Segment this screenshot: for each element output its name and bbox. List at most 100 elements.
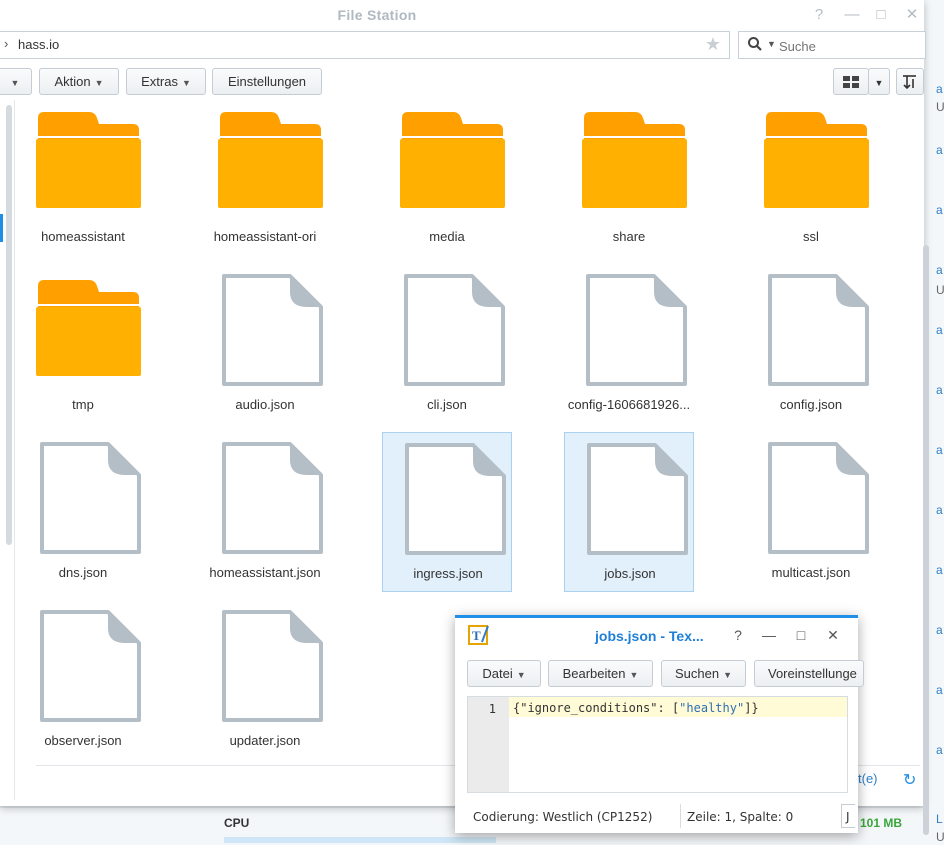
action-button[interactable]: Aktion ▼ — [39, 68, 119, 95]
bg-link[interactable]: a — [936, 743, 943, 757]
scrollbar-thumb[interactable] — [923, 245, 929, 835]
settings-button[interactable]: Einstellungen — [212, 68, 322, 95]
file-item[interactable]: observer.json — [18, 600, 148, 760]
close-icon[interactable]: ✕ — [825, 627, 841, 643]
bg-link[interactable]: a — [936, 563, 943, 577]
maximize-icon[interactable]: □ — [872, 6, 890, 24]
bg-link[interactable]: a — [936, 623, 943, 637]
bg-link[interactable]: a — [936, 143, 943, 157]
action-label: Aktion — [54, 74, 91, 89]
file-icon — [761, 272, 871, 388]
view-menu-button[interactable]: ▼ — [868, 68, 890, 95]
file-item[interactable]: audio.json — [200, 264, 330, 424]
menu-search-button[interactable]: Suchen ▼ — [661, 660, 746, 687]
menu-edit-button[interactable]: Bearbeiten ▼ — [548, 660, 653, 687]
editor-statusbar: Codierung: Westlich (CP1252) Zeile: 1, S… — [467, 801, 855, 833]
file-icon — [579, 272, 689, 388]
sidebar-scrollbar[interactable] — [6, 105, 12, 545]
file-item[interactable]: config.json — [746, 264, 876, 424]
file-item[interactable]: updater.json — [200, 600, 330, 760]
help-icon[interactable]: ? — [810, 6, 828, 24]
memory-value: 101 MB — [860, 816, 903, 830]
chevron-down-icon: ▼ — [94, 78, 104, 88]
folder-icon — [33, 272, 143, 388]
file-item[interactable]: cli.json — [382, 264, 512, 424]
menu-label: Datei — [482, 666, 513, 681]
file-name: audio.json — [235, 397, 295, 412]
file-icon — [215, 272, 325, 388]
search-box[interactable]: ▼ — [738, 31, 926, 59]
refresh-icon[interactable]: ↻ — [903, 770, 916, 790]
folder-item[interactable]: share — [564, 96, 694, 256]
file-item[interactable]: dns.json — [18, 432, 148, 592]
file-name: observer.json — [44, 733, 122, 748]
folder-item[interactable]: tmp — [18, 264, 148, 424]
close-icon[interactable]: ✕ — [903, 6, 921, 24]
cursor-position: Zeile: 1, Spalte: 0 — [687, 810, 794, 824]
mode-selector[interactable]: J — [841, 804, 855, 828]
folder-item[interactable]: homeassistant — [18, 96, 148, 256]
maximize-icon[interactable]: □ — [793, 627, 809, 643]
bg-link[interactable]: L — [936, 812, 943, 826]
sidebar-selected-item[interactable] — [0, 214, 3, 242]
folder-item[interactable]: media — [382, 96, 512, 256]
file-item[interactable]: ingress.json — [382, 432, 512, 592]
bg-link[interactable]: a — [936, 383, 943, 397]
file-item[interactable]: multicast.json — [746, 432, 876, 592]
file-name: tmp — [72, 397, 94, 412]
editor-title: jobs.json - Tex... — [595, 628, 704, 644]
code-editor[interactable]: 1 {"ignore_conditions": ["healthy"]} — [467, 696, 848, 793]
bg-link[interactable]: a — [936, 323, 943, 337]
extras-label: Extras — [141, 74, 178, 89]
star-icon[interactable]: ★ — [705, 34, 721, 55]
bg-link[interactable]: a — [936, 443, 943, 457]
status-separator — [680, 804, 681, 828]
view-toggle-button[interactable] — [833, 68, 869, 95]
file-name: homeassistant-ori — [213, 229, 317, 244]
code-line[interactable]: {"ignore_conditions": ["healthy"]} — [513, 701, 759, 715]
search-icon[interactable] — [747, 36, 763, 55]
encoding-status[interactable]: Codierung: Westlich (CP1252) — [473, 810, 652, 824]
chevron-down-icon: ▼ — [516, 670, 526, 680]
status-link[interactable]: t(e) — [858, 771, 878, 786]
chevron-down-icon[interactable]: ▼ — [767, 39, 776, 49]
sort-button[interactable] — [896, 68, 924, 95]
file-item[interactable]: config-1606681926... — [564, 264, 694, 424]
sort-icon — [903, 75, 916, 90]
help-icon[interactable]: ? — [730, 627, 746, 643]
file-name: media — [429, 229, 465, 244]
bg-link[interactable]: a — [936, 683, 943, 697]
file-name: dns.json — [58, 565, 108, 580]
bg-link[interactable]: a — [936, 203, 943, 217]
minimize-icon[interactable]: — — [761, 627, 777, 643]
extras-button[interactable]: Extras ▼ — [126, 68, 206, 95]
text-editor-window: T jobs.json - Tex... ? — □ ✕ Datei ▼ Bear… — [455, 615, 864, 833]
file-icon — [215, 608, 325, 724]
bg-link[interactable]: a — [936, 263, 943, 277]
file-name: ssl — [803, 229, 819, 244]
search-input[interactable] — [777, 35, 921, 57]
main-scrollbar[interactable] — [922, 100, 930, 835]
mode-label: J — [846, 810, 850, 824]
title-bar[interactable]: File Station ? — □ ✕ — [0, 0, 924, 30]
chevron-down-icon: ▼ — [629, 670, 639, 680]
file-icon — [580, 441, 690, 557]
chevron-down-icon: ▼ — [10, 78, 20, 88]
create-button[interactable]: ▼ — [0, 68, 32, 95]
menu-preferences-button[interactable]: Voreinstellunge — [754, 660, 864, 687]
menu-file-button[interactable]: Datei ▼ — [467, 660, 541, 687]
code-text: {"ignore_conditions": [ — [513, 701, 680, 715]
cpu-label: CPU — [224, 816, 250, 830]
file-item[interactable]: jobs.json — [564, 432, 694, 592]
file-item[interactable]: homeassistant.json — [200, 432, 330, 592]
minimize-icon[interactable]: — — [843, 6, 861, 24]
current-path: hass.io — [18, 37, 60, 52]
file-name: config.json — [779, 397, 843, 412]
bg-link[interactable]: a — [936, 82, 943, 96]
file-name: config-1606681926... — [567, 397, 691, 412]
bg-link[interactable]: a — [936, 503, 943, 517]
bg-sub: U — [936, 283, 944, 297]
path-bar[interactable]: › hass.io ★ — [0, 31, 730, 59]
folder-item[interactable]: homeassistant-ori — [200, 96, 330, 256]
folder-item[interactable]: ssl — [746, 96, 876, 256]
